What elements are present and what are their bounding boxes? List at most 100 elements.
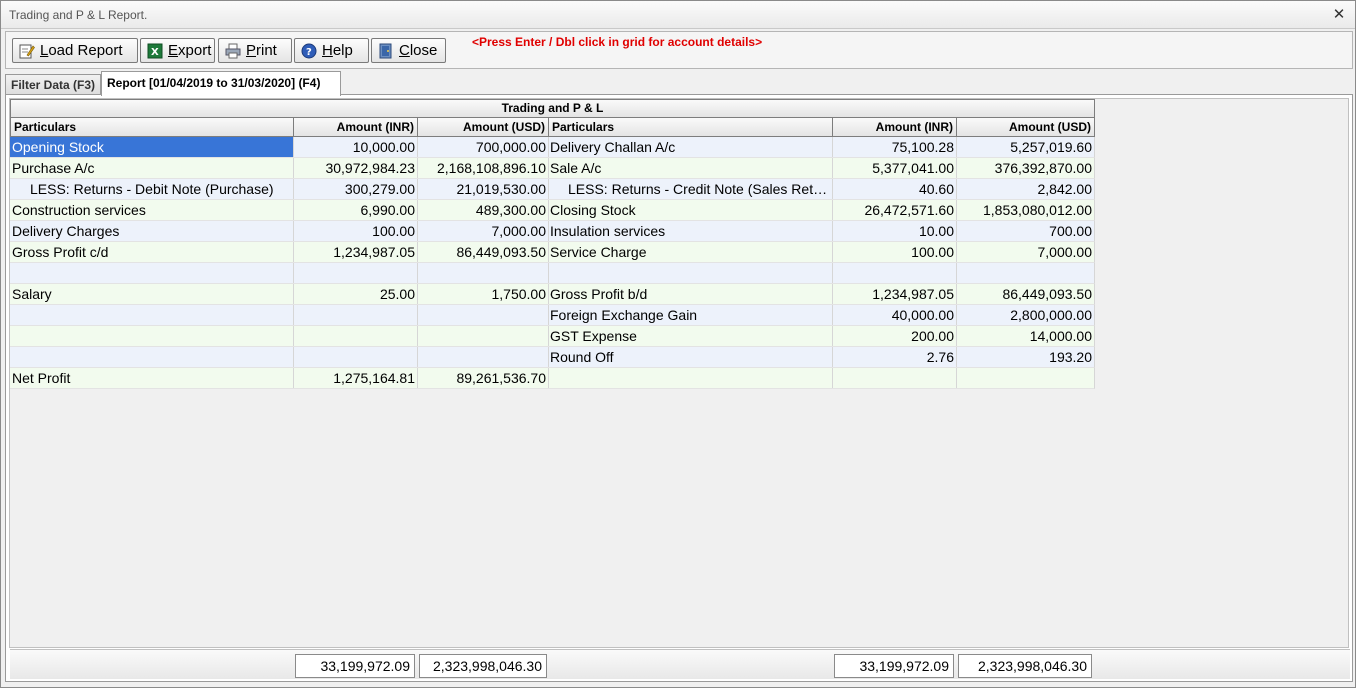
cell-amount-usd-right[interactable]: 193.20 — [956, 347, 1095, 368]
help-button[interactable]: ? Help — [294, 38, 369, 63]
cell-particulars-left[interactable]: Opening Stock — [10, 137, 294, 158]
cell-amount-inr-right[interactable]: 1,234,987.05 — [832, 284, 957, 305]
cell-amount-inr-right[interactable]: 10.00 — [832, 221, 957, 242]
cell-amount-usd-right[interactable]: 2,842.00 — [956, 179, 1095, 200]
cell-amount-usd-right[interactable]: 7,000.00 — [956, 242, 1095, 263]
tab-filter-data[interactable]: Filter Data (F3) — [5, 74, 101, 95]
cell-amount-inr-left[interactable]: 30,972,984.23 — [293, 158, 418, 179]
cell-amount-inr-right[interactable]: 5,377,041.00 — [832, 158, 957, 179]
table-row[interactable]: Gross Profit c/d 1,234,987.05 86,449,093.5… — [10, 242, 1095, 263]
print-button[interactable]: Print — [218, 38, 292, 63]
cell-particulars-right[interactable]: Delivery Challan A/c — [548, 137, 833, 158]
cell-amount-usd-right[interactable]: 14,000.00 — [956, 326, 1095, 347]
cell-particulars-left[interactable]: Net Profit — [10, 368, 294, 389]
table-row[interactable]: LESS: Returns - Debit Note (Purchase) 300… — [10, 179, 1095, 200]
header-amount-usd-left[interactable]: Amount (USD) — [417, 118, 549, 137]
header-particulars-left[interactable]: Particulars — [10, 118, 294, 137]
cell-particulars-right[interactable]: GST Expense — [548, 326, 833, 347]
table-row[interactable]: Opening Stock 10,000.00 700,000.00 Delivery… — [10, 137, 1095, 158]
cell-amount-usd-right[interactable] — [956, 368, 1095, 389]
cell-particulars-left[interactable] — [10, 326, 294, 347]
cell-amount-usd-left[interactable]: 489,300.00 — [417, 200, 549, 221]
table-row[interactable]: Foreign Exchange Gain 40,000.00 2,800,000.… — [10, 305, 1095, 326]
excel-icon: X — [147, 43, 163, 59]
cell-amount-inr-left[interactable] — [293, 347, 418, 368]
cell-amount-inr-left[interactable]: 10,000.00 — [293, 137, 418, 158]
cell-amount-usd-right[interactable]: 5,257,019.60 — [956, 137, 1095, 158]
cell-particulars-right[interactable]: Sale A/c — [548, 158, 833, 179]
cell-particulars-left[interactable] — [10, 305, 294, 326]
report-grid[interactable]: Trading and P & L Particulars Amount (IN… — [9, 98, 1350, 679]
cell-particulars-left[interactable] — [10, 347, 294, 368]
cell-particulars-right[interactable]: Closing Stock — [548, 200, 833, 221]
cell-amount-usd-right[interactable]: 700.00 — [956, 221, 1095, 242]
cell-particulars-right[interactable]: Round Off — [548, 347, 833, 368]
cell-amount-inr-right[interactable]: 100.00 — [832, 242, 957, 263]
cell-amount-inr-right[interactable] — [832, 368, 957, 389]
tab-report[interactable]: Report [01/04/2019 to 31/03/2020] (F4) — [101, 71, 341, 96]
cell-amount-usd-left[interactable] — [417, 305, 549, 326]
cell-particulars-right[interactable]: Foreign Exchange Gain — [548, 305, 833, 326]
cell-amount-inr-right[interactable]: 200.00 — [832, 326, 957, 347]
cell-amount-usd-left[interactable]: 21,019,530.00 — [417, 179, 549, 200]
cell-particulars-right[interactable]: Insulation services — [548, 221, 833, 242]
cell-amount-inr-left[interactable]: 300,279.00 — [293, 179, 418, 200]
close-button[interactable]: Close — [371, 38, 446, 63]
cell-particulars-left[interactable]: Construction services — [10, 200, 294, 221]
cell-amount-usd-right[interactable]: 86,449,093.50 — [956, 284, 1095, 305]
cell-amount-inr-right[interactable]: 26,472,571.60 — [832, 200, 957, 221]
cell-amount-inr-right[interactable]: 40.60 — [832, 179, 957, 200]
cell-amount-inr-left[interactable] — [293, 263, 418, 284]
table-row[interactable]: Salary 25.00 1,750.00 Gross Profit b/d 1,234… — [10, 284, 1095, 305]
cell-amount-inr-right[interactable] — [832, 263, 957, 284]
header-amount-usd-right[interactable]: Amount (USD) — [956, 118, 1095, 137]
table-row[interactable]: Purchase A/c 30,972,984.23 2,168,108,896.1… — [10, 158, 1095, 179]
header-particulars-right[interactable]: Particulars — [548, 118, 833, 137]
cell-amount-usd-left[interactable]: 1,750.00 — [417, 284, 549, 305]
cell-amount-usd-right[interactable] — [956, 263, 1095, 284]
cell-amount-usd-right[interactable]: 376,392,870.00 — [956, 158, 1095, 179]
cell-amount-inr-left[interactable] — [293, 305, 418, 326]
cell-amount-inr-right[interactable]: 2.76 — [832, 347, 957, 368]
cell-amount-inr-left[interactable] — [293, 326, 418, 347]
cell-amount-usd-left[interactable] — [417, 347, 549, 368]
cell-particulars-left[interactable]: Salary — [10, 284, 294, 305]
cell-amount-usd-left[interactable]: 700,000.00 — [417, 137, 549, 158]
load-report-button[interactable]: Load Report — [12, 38, 138, 63]
table-row[interactable]: Construction services 6,990.00 489,300.00 C… — [10, 200, 1095, 221]
cell-particulars-left[interactable]: LESS: Returns - Debit Note (Purchase) — [10, 179, 294, 200]
cell-amount-inr-left[interactable]: 100.00 — [293, 221, 418, 242]
cell-particulars-right[interactable]: Service Charge — [548, 242, 833, 263]
cell-amount-usd-left[interactable]: 86,449,093.50 — [417, 242, 549, 263]
cell-particulars-left[interactable]: Gross Profit c/d — [10, 242, 294, 263]
cell-amount-usd-left[interactable]: 89,261,536.70 — [417, 368, 549, 389]
cell-particulars-left[interactable]: Delivery Charges — [10, 221, 294, 242]
export-button[interactable]: X Export — [140, 38, 215, 63]
cell-amount-usd-left[interactable]: 7,000.00 — [417, 221, 549, 242]
window-close-icon[interactable]: ✕ — [1331, 5, 1347, 23]
table-row[interactable] — [10, 263, 1095, 284]
cell-particulars-right[interactable] — [548, 263, 833, 284]
cell-amount-inr-left[interactable]: 1,234,987.05 — [293, 242, 418, 263]
cell-amount-inr-right[interactable]: 40,000.00 — [832, 305, 957, 326]
header-amount-inr-right[interactable]: Amount (INR) — [832, 118, 957, 137]
table-row[interactable]: Round Off 2.76 193.20 — [10, 347, 1095, 368]
cell-particulars-right[interactable] — [548, 368, 833, 389]
table-row[interactable]: Net Profit 1,275,164.81 89,261,536.70 — [10, 368, 1095, 389]
cell-particulars-right[interactable]: LESS: Returns - Credit Note (Sales Retur… — [548, 179, 833, 200]
cell-amount-inr-right[interactable]: 75,100.28 — [832, 137, 957, 158]
cell-amount-usd-right[interactable]: 2,800,000.00 — [956, 305, 1095, 326]
cell-amount-inr-left[interactable]: 1,275,164.81 — [293, 368, 418, 389]
table-row[interactable]: Delivery Charges 100.00 7,000.00 Insulation… — [10, 221, 1095, 242]
header-amount-inr-left[interactable]: Amount (INR) — [293, 118, 418, 137]
cell-amount-usd-left[interactable]: 2,168,108,896.10 — [417, 158, 549, 179]
cell-amount-usd-left[interactable] — [417, 263, 549, 284]
cell-particulars-left[interactable] — [10, 263, 294, 284]
cell-particulars-left[interactable]: Purchase A/c — [10, 158, 294, 179]
cell-amount-usd-right[interactable]: 1,853,080,012.00 — [956, 200, 1095, 221]
cell-amount-inr-left[interactable]: 6,990.00 — [293, 200, 418, 221]
table-row[interactable]: GST Expense 200.00 14,000.00 — [10, 326, 1095, 347]
cell-particulars-right[interactable]: Gross Profit b/d — [548, 284, 833, 305]
cell-amount-usd-left[interactable] — [417, 326, 549, 347]
cell-amount-inr-left[interactable]: 25.00 — [293, 284, 418, 305]
